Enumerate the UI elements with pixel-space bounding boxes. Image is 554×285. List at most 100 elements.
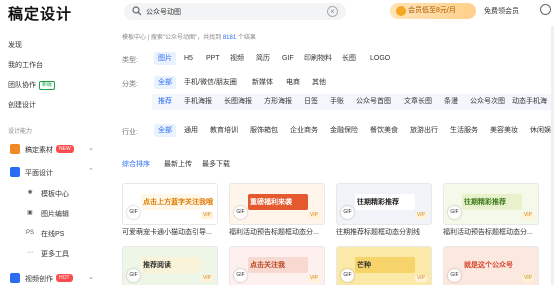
subcategory-chip[interactable]: 方形海报	[260, 95, 296, 108]
industry-chip[interactable]: 全部	[154, 124, 176, 137]
hot-badge: HOT	[56, 274, 73, 282]
video-icon	[10, 273, 20, 283]
sidebar-sub-online-ps[interactable]: PS 在线PS	[0, 226, 100, 240]
card-title[interactable]: 可爱萌宠卡通小猫动态引导...	[122, 227, 222, 237]
type-chip[interactable]: H5	[180, 52, 197, 65]
sidebar-item-workspace[interactable]: 我的工作台	[8, 60, 43, 70]
vip-promo-label: 会员低至8元/月	[408, 7, 456, 14]
type-chip[interactable]: PPT	[202, 52, 224, 65]
category-chip[interactable]: 新媒体	[248, 76, 277, 89]
industry-chip[interactable]: 服饰箱包	[246, 124, 282, 137]
card-thumbnail-text: 点击上方蓝字关注我哦	[143, 199, 213, 206]
type-chip[interactable]: GIF	[278, 52, 298, 65]
card-title[interactable]: 往期推荐标题框动态分割线	[336, 227, 436, 237]
material-label: 稿定素材	[25, 147, 53, 154]
online-ps-label: 在线PS	[41, 231, 65, 238]
breadcrumb-prefix: 模板中心 | 搜索"公众号动图"，共找到	[122, 35, 223, 41]
vip-badge: VIP	[307, 212, 320, 219]
industry-chip[interactable]: 教育培训	[206, 124, 242, 137]
chevron-down-icon: ⌄	[88, 145, 94, 152]
gif-badge: GIF	[234, 206, 247, 219]
team-label: 团队协作	[8, 82, 36, 89]
card-title[interactable]: 福利活动预告标题框动态分...	[229, 227, 329, 237]
chevron-up-icon: ⌃	[88, 168, 94, 175]
sidebar-item-material[interactable]: 稿定素材 NEW ⌄	[0, 141, 100, 157]
template-card[interactable]: 往期精彩推荐 GIF VIP	[336, 183, 432, 225]
more-tools-label: 更多工具	[41, 251, 69, 258]
sidebar-item-create[interactable]: 创建设计	[8, 100, 36, 110]
template-card[interactable]: 点击关注我 GIF VIP	[229, 246, 325, 285]
subcategory-chip[interactable]: 公众号次图	[466, 95, 509, 108]
industry-filter-label: 行业:	[122, 129, 138, 136]
search-icon	[132, 6, 142, 16]
image-edit-label: 图片编辑	[41, 211, 69, 218]
industry-chip[interactable]: 休闲娱	[526, 124, 554, 137]
sidebar-item-team[interactable]: 团队协作 新版	[8, 80, 56, 90]
search-box[interactable]: 公众号动图 ×	[124, 3, 346, 20]
card-title[interactable]: 福利活动预告标题框动态分...	[443, 227, 543, 237]
sidebar-section-label: 设计能力	[8, 129, 33, 135]
industry-chip[interactable]: 金融保险	[326, 124, 362, 137]
subcategory-chip[interactable]: 日签	[300, 95, 322, 108]
template-card[interactable]: 推荐阅读 GIF VIP	[122, 246, 218, 285]
subcategory-chip[interactable]: 动态手机海	[508, 95, 551, 108]
free-vip-link[interactable]: 免费领会员	[484, 6, 519, 16]
subcategory-chip[interactable]: 手机海报	[180, 95, 216, 108]
type-chip[interactable]: 视频	[226, 52, 248, 65]
search-input[interactable]: 公众号动图	[146, 7, 181, 17]
subcategory-chip[interactable]: 手账	[326, 95, 348, 108]
material-icon	[10, 144, 20, 154]
industry-chip[interactable]: 企业商务	[286, 124, 322, 137]
category-chip[interactable]: 手机/微信/朋友圈	[180, 76, 241, 89]
type-chip[interactable]: 长图	[338, 52, 360, 65]
sidebar-sub-more-tools[interactable]: ⋯ 更多工具	[0, 246, 100, 260]
industry-chip[interactable]: 旅游出行	[406, 124, 442, 137]
template-card[interactable]: 点击上方蓝字关注我哦 GIF VIP	[122, 183, 218, 225]
app-logo[interactable]: 稿定设计	[8, 3, 72, 24]
template-card[interactable]: 芒种 GIF VIP	[336, 246, 432, 285]
card-thumbnail-text: 往期精彩推荐	[464, 199, 506, 206]
gif-badge: GIF	[448, 206, 461, 219]
template-card[interactable]: 重磅福利来袭 GIF VIP	[229, 183, 325, 225]
category-chip[interactable]: 其他	[308, 76, 330, 89]
chevron-down-icon: ⌄	[88, 274, 94, 281]
subcategory-chip[interactable]: 文章长图	[400, 95, 436, 108]
vip-badge: VIP	[200, 212, 213, 219]
type-chip[interactable]: 印刷物料	[300, 52, 336, 65]
industry-chip[interactable]: 美容美妆	[486, 124, 522, 137]
industry-chip[interactable]: 餐饮美食	[366, 124, 402, 137]
result-count: 8181	[222, 35, 237, 41]
customer-service-icon[interactable]	[540, 4, 551, 15]
sort-newest[interactable]: 最新上传	[164, 159, 192, 169]
sort-most-downloads[interactable]: 最多下载	[202, 159, 230, 169]
type-chip[interactable]: LOGO	[366, 52, 394, 65]
subcategory-chip[interactable]: 推荐	[154, 95, 176, 108]
sidebar-item-design[interactable]: 平面设计 ⌃	[0, 164, 100, 180]
template-card[interactable]: 往期精彩推荐 GIF VIP	[443, 183, 539, 225]
template-icon: ✺	[27, 190, 33, 196]
sidebar-sub-template-center[interactable]: ✺ 模板中心	[0, 186, 100, 200]
card-thumbnail-text: 重磅福利来袭	[250, 199, 292, 206]
type-chip[interactable]: 图片	[154, 52, 176, 65]
team-new-tag: 新版	[39, 80, 56, 90]
sidebar-item-video[interactable]: 视频创作 HOT ⌄	[0, 270, 100, 285]
category-chip[interactable]: 电商	[282, 76, 304, 89]
vip-promo-button[interactable]: 会员低至8元/月	[390, 3, 476, 19]
sidebar-item-discover[interactable]: 发现	[8, 40, 22, 50]
vip-badge: VIP	[414, 212, 427, 219]
design-label: 平面设计	[25, 170, 53, 177]
type-chip[interactable]: 简历	[252, 52, 274, 65]
subcategory-chip[interactable]: 公众号首图	[352, 95, 395, 108]
sidebar-sub-image-edit[interactable]: ▣ 图片编辑	[0, 206, 100, 220]
card-thumbnail-text: 芒种	[357, 262, 371, 269]
sort-comprehensive[interactable]: 综合排序	[122, 159, 150, 169]
template-card[interactable]: 就是这个公众号 GIF VIP	[443, 246, 539, 285]
card-thumbnail-text: 推荐阅读	[143, 262, 171, 269]
clear-search-icon[interactable]: ×	[327, 6, 338, 17]
industry-chip[interactable]: 生活服务	[446, 124, 482, 137]
subcategory-chip[interactable]: 长图海报	[220, 95, 256, 108]
industry-chip[interactable]: 通用	[180, 124, 202, 137]
subcategory-chip[interactable]: 条漫	[440, 95, 462, 108]
more-icon: ⋯	[27, 250, 33, 256]
category-chip[interactable]: 全部	[154, 76, 176, 89]
